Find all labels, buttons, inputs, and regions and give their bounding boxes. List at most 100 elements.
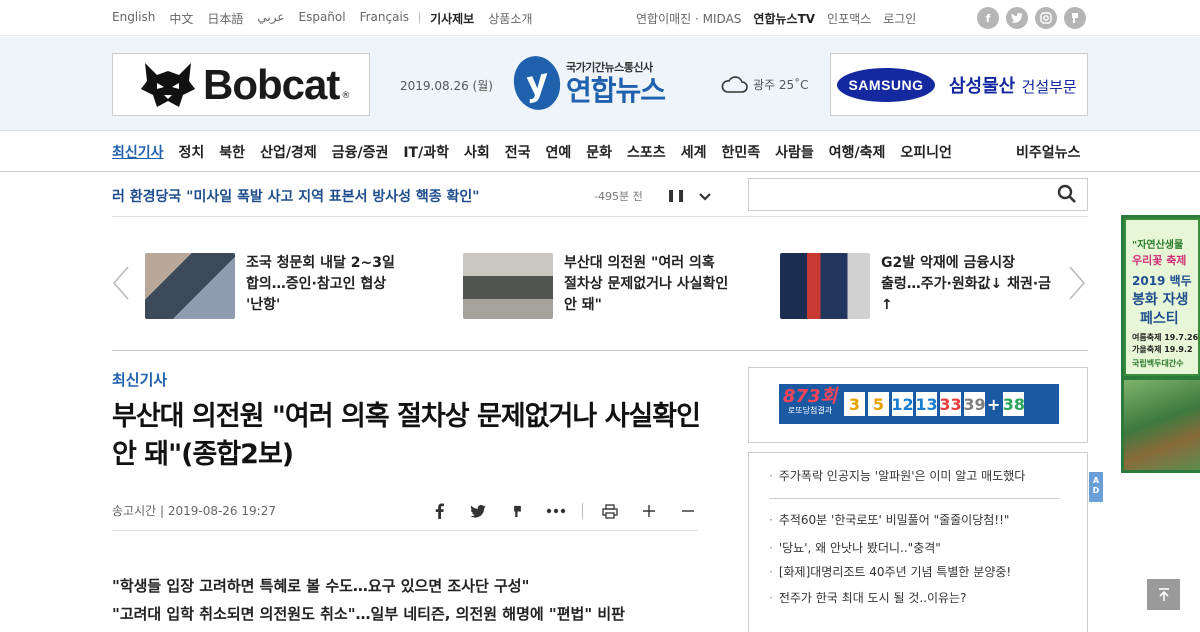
lang-french[interactable]: Français	[360, 10, 409, 27]
nav-item-travel[interactable]: 여행/축제	[829, 142, 886, 162]
lotto-round-number: 873회	[782, 386, 838, 407]
divider	[112, 530, 698, 531]
nav-item-opinion[interactable]: 오피니언	[900, 142, 952, 162]
login-link[interactable]: 로그인	[883, 10, 916, 27]
logo-name: 연합뉴스	[566, 74, 666, 107]
news-tip-link[interactable]: 기사제보	[430, 10, 474, 27]
ad-label[interactable]: AD	[1089, 472, 1103, 502]
print-icon[interactable]	[597, 500, 623, 522]
logo-tagline: 국가기간뉴스통신사	[566, 61, 653, 74]
kakao-story-icon[interactable]	[504, 500, 530, 522]
twitter-icon[interactable]	[1006, 7, 1028, 29]
top-utility-bar: English 中文 日本語 عربي Español Français 기사제…	[0, 0, 1200, 36]
ticker-time: -495분 전	[594, 190, 643, 203]
facebook-icon[interactable]	[426, 500, 452, 522]
infomax-link[interactable]: 인포맥스	[827, 10, 871, 27]
news-carousel: 조국 청문회 내달 2~3일 합의…증인·참고인 협상 '난항' 부산대 의전원…	[112, 245, 1088, 335]
lotto-label: 로또당첨결과	[787, 406, 833, 415]
nav-item-economy[interactable]: 산업/경제	[260, 142, 317, 162]
nav-item-world[interactable]: 세계	[681, 142, 707, 162]
article-meta: 송고시간 | 2019-08-26 19:27	[112, 504, 276, 518]
nav-list: 최신기사 정치 북한 산업/경제 금융/증권 IT/과학 사회 전국 연예 문화…	[112, 142, 967, 162]
twitter-icon[interactable]	[465, 500, 491, 522]
side-ad-line: "자연산생물	[1132, 240, 1184, 251]
list-item[interactable]: 추적60분 '한국로또' 비밀풀어 "줄줄이당첨!!"	[769, 511, 1010, 528]
nav-item-latest[interactable]: 최신기사	[112, 142, 164, 162]
samsung-logo: SAMSUNG	[837, 67, 935, 102]
carousel-thumb	[780, 253, 870, 319]
weather-widget[interactable]: 광주 25˚C	[720, 74, 809, 94]
zoom-out-icon[interactable]	[675, 500, 701, 522]
bobcat-brand: Bobcat	[203, 60, 340, 108]
carousel-item[interactable]: 조국 청문회 내달 2~3일 합의…증인·참고인 협상 '난항'	[145, 253, 418, 319]
header-band: Bobcat ® 2019.08.26 (월) y 국가기간뉴스통신사 연합뉴스…	[0, 37, 1200, 131]
zoom-in-icon[interactable]	[636, 500, 662, 522]
list-item[interactable]: '당뇨', 왜 안낫나 봤더니.."충격"	[769, 539, 941, 556]
carousel-prev-icon[interactable]	[112, 265, 132, 301]
lang-arabic[interactable]: عربي	[257, 10, 284, 27]
samsung-division: 건설부문	[1021, 77, 1077, 96]
side-festival-ad[interactable]: "자연산생물 우리꽃 축제 2019 백두 봉화 자생 페스티 여름축제 19.…	[1121, 215, 1200, 473]
carousel-next-icon[interactable]	[1068, 265, 1088, 301]
kakao-story-icon[interactable]	[1064, 7, 1086, 29]
side-ad-line: 2019 백두	[1132, 274, 1192, 288]
lotto-number: 12	[891, 392, 914, 416]
side-ad-line: 봉화 자생	[1132, 292, 1189, 308]
facebook-icon[interactable]: f	[977, 7, 999, 29]
list-item[interactable]: 전주가 한국 최대 도시 될 것..이유는?	[769, 589, 967, 606]
side-ad-line: 국립백두대간수	[1132, 359, 1184, 368]
article-section[interactable]: 최신기사	[112, 369, 167, 390]
pause-icon[interactable]: ❚❚	[666, 188, 686, 204]
lotto-banner[interactable]: 873회 로또당첨결과 3 5 12 13 33 39 + 38	[779, 384, 1059, 424]
side-ad-line: 페스티	[1140, 311, 1179, 327]
samsung-ad-banner[interactable]: SAMSUNG 삼성물산 건설부문	[830, 53, 1088, 116]
list-item[interactable]: 주가폭락 인공지능 '알파원'은 이미 알고 매도했다	[769, 467, 1025, 484]
nav-item-korean-diaspora[interactable]: 한민족	[721, 142, 760, 162]
more-icon[interactable]	[543, 500, 569, 522]
carousel-item[interactable]: G2발 악재에 금융시장 출렁…주가·원화값↓ 채권·금↑	[780, 253, 1053, 319]
ticker-headline[interactable]: 러 환경당국 "미사일 폭발 사고 지역 표본서 방사성 핵종 확인"	[112, 186, 480, 206]
lotto-bonus-number: 38	[1003, 392, 1025, 416]
lang-english[interactable]: English	[112, 10, 155, 27]
carousel-thumb	[463, 253, 553, 319]
search-input[interactable]	[748, 178, 1088, 211]
nav-item-it[interactable]: IT/과학	[403, 142, 449, 162]
list-item[interactable]: [화제]대명리조트 40주년 기념 특별한 분양중!	[769, 563, 1011, 580]
yonhap-tv-link[interactable]: 연합뉴스TV	[753, 10, 815, 27]
lang-chinese[interactable]: 中文	[169, 10, 193, 27]
side-ad-text-panel: "자연산생물 우리꽃 축제 2019 백두 봉화 자생 페스티 여름축제 19.…	[1124, 218, 1200, 376]
side-ad-line: 여름축제 19.7.26	[1132, 333, 1199, 342]
lotto-number: 39	[963, 392, 986, 416]
carousel-item[interactable]: 부산대 의전원 "여러 의혹 절차상 문제없거나 사실확인 안 돼"	[463, 253, 736, 319]
products-link[interactable]: 상품소개	[488, 10, 532, 27]
divider	[769, 498, 1059, 499]
language-links: English 中文 日本語 عربي Español Français 기사제…	[112, 10, 546, 27]
nav-item-entertainment[interactable]: 연예	[546, 142, 572, 162]
current-date: 2019.08.26 (월)	[400, 79, 493, 93]
instagram-icon[interactable]	[1035, 7, 1057, 29]
nav-item-local[interactable]: 전국	[505, 142, 531, 162]
chevron-down-icon[interactable]	[698, 190, 712, 204]
bobcat-ad-banner[interactable]: Bobcat ®	[112, 53, 370, 116]
nav-item-visual-news[interactable]: 비주얼뉴스	[1016, 142, 1080, 162]
lang-spanish[interactable]: Español	[299, 10, 346, 27]
side-ad-photo	[1124, 380, 1200, 470]
scroll-to-top-button[interactable]	[1147, 579, 1180, 610]
nav-item-finance[interactable]: 금융/증권	[332, 142, 389, 162]
carousel-thumb	[145, 253, 235, 319]
nav-item-nk[interactable]: 북한	[219, 142, 245, 162]
nav-item-culture[interactable]: 문화	[586, 142, 612, 162]
nav-item-sports[interactable]: 스포츠	[627, 142, 666, 162]
midas-link[interactable]: 연합이매진 · MIDAS	[636, 10, 741, 27]
article-subhead: "고려대 입학 취소되면 의전원도 취소"…일부 네티즌, 의전원 해명에 "편…	[112, 605, 625, 623]
nav-item-people[interactable]: 사람들	[775, 142, 814, 162]
nav-item-politics[interactable]: 정치	[179, 142, 205, 162]
side-ad-line: 우리꽃 축제	[1132, 254, 1187, 267]
lang-japanese[interactable]: 日本語	[207, 10, 243, 27]
article-subhead: "학생들 입장 고려하면 특혜로 볼 수도…요구 있으면 조사단 구성"	[112, 577, 530, 595]
divider	[112, 350, 1088, 351]
search-icon[interactable]	[1057, 184, 1077, 204]
lotto-number: 33	[939, 392, 962, 416]
yonhap-logo[interactable]: y 국가기간뉴스통신사 연합뉴스	[508, 51, 666, 115]
nav-item-society[interactable]: 사회	[464, 142, 490, 162]
